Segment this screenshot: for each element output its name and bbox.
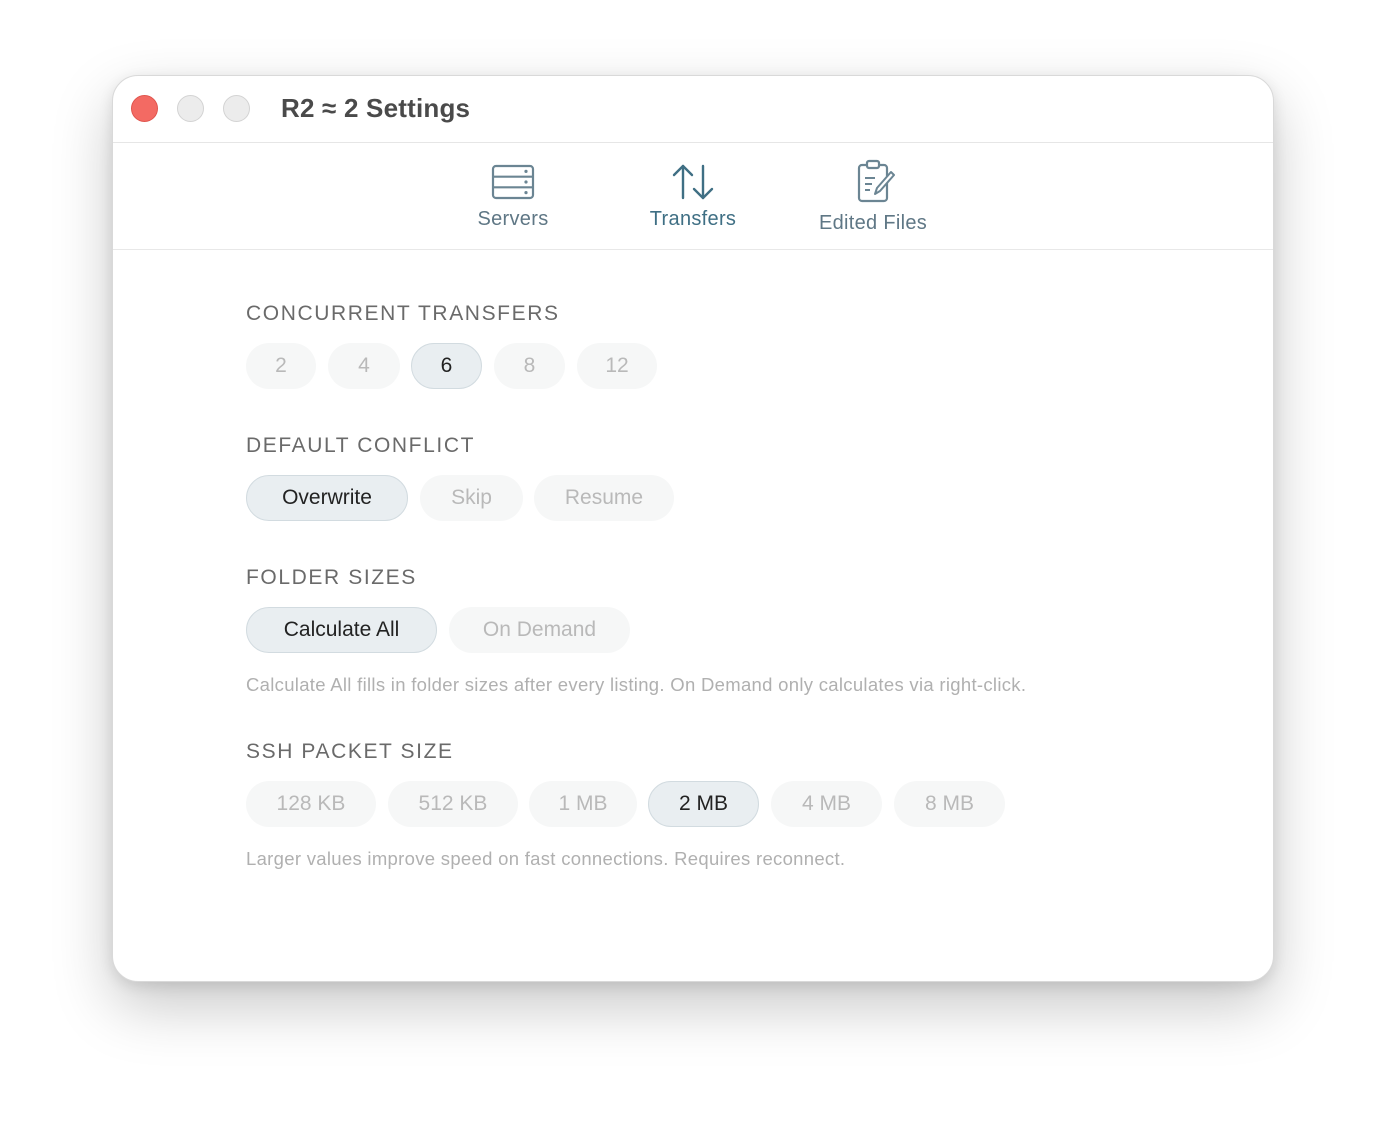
concurrent-option-4[interactable]: 4 [328, 343, 400, 389]
tab-transfers-label: Transfers [649, 208, 737, 230]
zoom-window-button[interactable] [223, 95, 250, 122]
ssh-packet-size-hint: Larger values improve speed on fast conn… [246, 848, 846, 869]
concurrent-option-6[interactable]: 6 [411, 343, 482, 389]
settings-toolbar: Servers Transfers Edited Files [113, 142, 1273, 250]
close-window-button[interactable] [131, 95, 158, 122]
packet-size-option-4mb[interactable]: 4 MB [771, 781, 882, 827]
window-title: R2 ≈ 2 Settings [281, 93, 471, 123]
tab-edited-files-label: Edited Files [818, 212, 928, 234]
packet-size-option-8mb[interactable]: 8 MB [894, 781, 1005, 827]
folder-sizes-option-calculate-all[interactable]: Calculate All [246, 607, 437, 653]
ssh-packet-size-title: SSH PACKET SIZE [246, 740, 454, 763]
packet-size-option-2mb[interactable]: 2 MB [648, 781, 759, 827]
conflict-option-overwrite[interactable]: Overwrite [246, 475, 408, 521]
folder-sizes-title: FOLDER SIZES [246, 566, 417, 589]
server-icon [491, 164, 535, 200]
minimize-window-button[interactable] [177, 95, 204, 122]
packet-size-option-128kb[interactable]: 128 KB [246, 781, 376, 827]
concurrent-option-12[interactable]: 12 [577, 343, 657, 389]
folder-sizes-option-on-demand[interactable]: On Demand [449, 607, 630, 653]
packet-size-option-512kb[interactable]: 512 KB [388, 781, 518, 827]
clipboard-edit-icon [857, 159, 895, 203]
title-bar: R2 ≈ 2 Settings [113, 76, 1273, 143]
conflict-option-skip[interactable]: Skip [420, 475, 523, 521]
tab-servers-label: Servers [477, 208, 549, 230]
folder-sizes-hint: Calculate All fills in folder sizes afte… [246, 674, 1027, 695]
settings-window: R2 ≈ 2 Settings Servers Transfers Edited… [112, 75, 1274, 982]
transfer-arrows-icon [672, 164, 714, 200]
default-conflict-title: DEFAULT CONFLICT [246, 434, 476, 457]
concurrent-transfers-title: CONCURRENT TRANSFERS [246, 302, 560, 325]
tab-edited-files[interactable]: Edited Files [803, 142, 943, 249]
concurrent-option-8[interactable]: 8 [494, 343, 565, 389]
tab-servers[interactable]: Servers [455, 142, 571, 249]
packet-size-option-1mb[interactable]: 1 MB [529, 781, 637, 827]
concurrent-option-2[interactable]: 2 [246, 343, 316, 389]
conflict-option-resume[interactable]: Resume [534, 475, 674, 521]
tab-transfers[interactable]: Transfers [633, 142, 753, 249]
